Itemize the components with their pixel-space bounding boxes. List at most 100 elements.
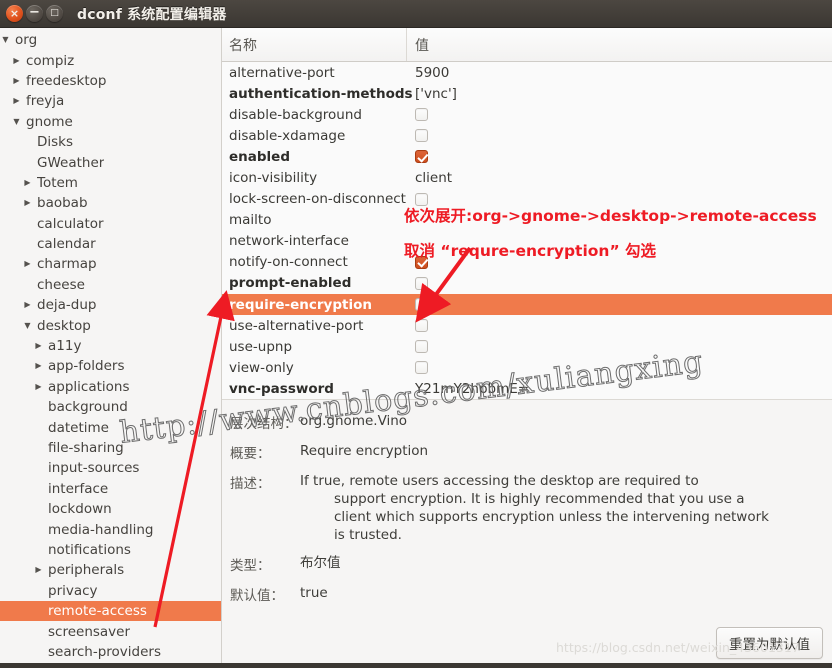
checkbox-checked-icon[interactable] — [415, 150, 428, 164]
detail-summary-value: Require encryption — [300, 443, 429, 459]
key-value-cell[interactable]: 5900 — [407, 65, 832, 81]
sidebar-item-file-sharing[interactable]: file-sharing — [0, 438, 221, 458]
key-row[interactable]: enabled — [222, 146, 832, 167]
chevron-right-icon[interactable]: ▶ — [33, 342, 44, 350]
sidebar-item-compiz[interactable]: ▶ compiz — [0, 50, 221, 70]
sidebar-item-privacy[interactable]: privacy — [0, 581, 221, 601]
key-value-cell[interactable] — [407, 361, 832, 375]
sidebar-item-Totem[interactable]: ▶ Totem — [0, 173, 221, 193]
key-row[interactable]: icon-visibility client — [222, 167, 832, 188]
sidebar-item-Disks[interactable]: Disks — [0, 132, 221, 152]
key-value-cell[interactable] — [407, 255, 832, 269]
sidebar-item-lockdown[interactable]: lockdown — [0, 499, 221, 519]
detail-type-label: 类型： — [230, 558, 271, 574]
sidebar-item-cheese[interactable]: cheese — [0, 275, 221, 295]
key-row[interactable]: authentication-methods ['vnc'] — [222, 83, 832, 104]
key-row[interactable]: use-upnp — [222, 336, 832, 357]
chevron-right-icon[interactable]: ▶ — [11, 56, 22, 65]
sidebar-item-remote-access[interactable]: remote-access — [0, 600, 221, 622]
chevron-right-icon[interactable]: ▶ — [33, 382, 44, 391]
sidebar-item-peripherals[interactable]: ▶ peripherals — [0, 560, 221, 580]
window-minimize-icon[interactable]: − — [26, 5, 43, 22]
sidebar-item-search-providers[interactable]: search-providers — [0, 642, 221, 662]
chevron-right-icon[interactable]: ▶ — [33, 362, 44, 370]
chevron-right-icon[interactable]: ▶ — [22, 301, 33, 309]
checkbox-unchecked-icon[interactable] — [415, 192, 428, 206]
column-header-value[interactable]: 值 — [407, 28, 832, 61]
key-row[interactable]: notify-on-connect — [222, 252, 832, 273]
detail-schema-label: 层次结构： — [230, 416, 298, 432]
key-value-cell[interactable] — [407, 150, 832, 164]
sidebar-item-baobab[interactable]: ▶ baobab — [0, 193, 221, 213]
sidebar-item-input-sources[interactable]: input-sources — [0, 458, 221, 478]
key-row[interactable]: alternative-port 5900 — [222, 62, 832, 83]
checkbox-unchecked-icon[interactable] — [415, 340, 428, 354]
key-row[interactable]: network-interface — [222, 231, 832, 252]
key-value-cell[interactable]: Y21mY2hpbmE= — [407, 381, 832, 397]
sidebar-item-freedesktop[interactable]: ▶ freedesktop — [0, 71, 221, 91]
sidebar-item-media-handling[interactable]: media-handling — [0, 519, 221, 539]
sidebar-item-calendar[interactable]: calendar — [0, 234, 221, 254]
sidebar-item-desktop[interactable]: ▼ desktop — [0, 315, 221, 335]
sidebar-item-applications[interactable]: ▶ applications — [0, 377, 221, 397]
key-value-cell[interactable] — [407, 319, 832, 333]
key-value-cell[interactable] — [407, 276, 832, 290]
key-value-cell[interactable]: ['vnc'] — [407, 86, 832, 102]
sidebar-item-label: a11y — [48, 338, 82, 355]
chevron-right-icon[interactable]: ▶ — [33, 566, 44, 574]
key-value-cell[interactable] — [407, 108, 832, 122]
key-value-cell[interactable] — [407, 192, 832, 206]
sidebar-item-notifications[interactable]: notifications — [0, 540, 221, 560]
chevron-right-icon[interactable]: ▶ — [22, 260, 33, 268]
key-row[interactable]: disable-xdamage — [222, 125, 832, 146]
key-value-cell[interactable] — [407, 340, 832, 354]
sidebar-item-charmap[interactable]: ▶ charmap — [0, 254, 221, 274]
chevron-right-icon[interactable]: ▶ — [22, 178, 33, 187]
key-row[interactable]: require-encryption — [222, 294, 832, 316]
reset-to-default-button[interactable]: 重置为默认值 — [716, 627, 823, 659]
checkbox-unchecked-icon[interactable] — [415, 319, 428, 333]
chevron-right-icon[interactable]: ▶ — [22, 199, 33, 207]
schema-tree-sidebar[interactable]: ▼ org ▶ compiz ▶ freedesktop ▶ freyja ▼ gnome Disk… — [0, 28, 222, 668]
key-row[interactable]: lock-screen-on-disconnect — [222, 189, 832, 210]
sidebar-item-deja-dup[interactable]: ▶ deja-dup — [0, 295, 221, 315]
key-list[interactable]: alternative-port 5900 authentication-metho… — [222, 62, 832, 399]
sidebar-item-freyja[interactable]: ▶ freyja — [0, 91, 221, 111]
sidebar-item-label: deja-dup — [37, 297, 97, 314]
sidebar-item-screensaver[interactable]: screensaver — [0, 621, 221, 641]
checkbox-unchecked-icon[interactable] — [415, 298, 428, 312]
key-row[interactable]: prompt-enabled — [222, 273, 832, 294]
sidebar-item-app-folders[interactable]: ▶ app-folders — [0, 356, 221, 376]
key-row[interactable]: disable-background — [222, 104, 832, 125]
sidebar-item-background[interactable]: background — [0, 397, 221, 417]
key-value-cell[interactable] — [407, 298, 832, 312]
sidebar-item-org[interactable]: ▼ org — [0, 30, 221, 50]
checkbox-unchecked-icon[interactable] — [415, 276, 428, 290]
key-value-cell[interactable] — [407, 129, 832, 143]
window-close-icon[interactable]: × — [6, 5, 23, 22]
checkbox-checked-icon[interactable] — [415, 255, 428, 269]
chevron-right-icon[interactable]: ▶ — [11, 97, 22, 105]
chevron-down-icon[interactable]: ▼ — [11, 117, 22, 126]
sidebar-item-GWeather[interactable]: GWeather — [0, 152, 221, 172]
chevron-down-icon[interactable]: ▼ — [0, 36, 11, 44]
checkbox-unchecked-icon[interactable] — [415, 108, 428, 122]
sidebar-item-gnome[interactable]: ▼ gnome — [0, 112, 221, 132]
key-row[interactable]: use-alternative-port — [222, 315, 832, 336]
sidebar-item-label: gnome — [26, 113, 73, 130]
sidebar-item-datetime[interactable]: datetime — [0, 417, 221, 437]
checkbox-unchecked-icon[interactable] — [415, 361, 428, 375]
sidebar-item-calculator[interactable]: calculator — [0, 214, 221, 234]
chevron-right-icon[interactable]: ▶ — [11, 76, 22, 85]
sidebar-item-interface[interactable]: interface — [0, 479, 221, 499]
window-maximize-icon[interactable]: □ — [46, 5, 63, 22]
key-row[interactable]: view-only — [222, 357, 832, 378]
checkbox-unchecked-icon[interactable] — [415, 129, 428, 143]
key-row[interactable]: mailto — [222, 210, 832, 231]
chevron-down-icon[interactable]: ▼ — [22, 321, 33, 330]
sidebar-item-a11y[interactable]: ▶ a11y — [0, 336, 221, 356]
column-header-name[interactable]: 名称 — [222, 28, 407, 61]
key-value-cell[interactable]: client — [407, 170, 832, 186]
sidebar-item-label: interface — [48, 480, 109, 497]
key-row[interactable]: vnc-password Y21mY2hpbmE= — [222, 378, 832, 399]
